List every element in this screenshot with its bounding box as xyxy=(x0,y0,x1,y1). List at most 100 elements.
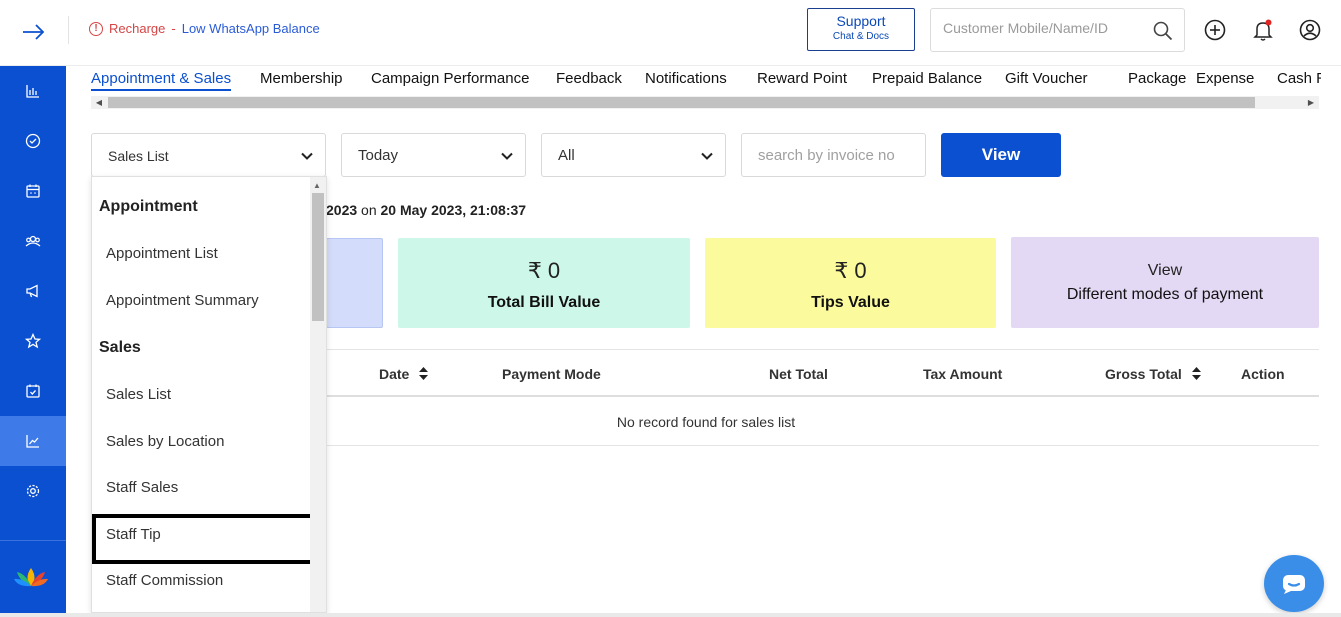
tab-feedback[interactable]: Feedback xyxy=(556,70,622,87)
user-account-icon[interactable] xyxy=(1298,18,1322,42)
recharge-link[interactable]: Recharge xyxy=(109,21,165,36)
status-value: All xyxy=(558,147,575,164)
dropdown-item-appointment-summary[interactable]: Appointment Summary xyxy=(106,292,259,309)
tips-label: Tips Value xyxy=(811,294,890,311)
customer-search-input[interactable] xyxy=(943,20,1143,36)
chevron-down-icon xyxy=(301,152,313,160)
low-balance-alert[interactable]: ! Recharge - Low WhatsApp Balance xyxy=(89,21,320,36)
chevron-down-icon xyxy=(701,152,713,160)
add-icon[interactable] xyxy=(1203,18,1227,42)
sidebar-item-dashboard[interactable] xyxy=(0,66,66,116)
empty-table-message: No record found for sales list xyxy=(616,414,796,430)
report-type-select[interactable]: Sales List xyxy=(91,133,326,177)
dropdown-item-appointment-list[interactable]: Appointment List xyxy=(106,245,218,262)
sales-table-header: Date Payment Mode Net Total Tax Amount G… xyxy=(326,349,1319,397)
tax-amount-column-header: Tax Amount xyxy=(923,366,1003,382)
notification-bell-icon[interactable] xyxy=(1251,18,1275,42)
dropdown-scrollbar[interactable]: ▲ xyxy=(310,177,326,612)
tab-notifications[interactable]: Notifications xyxy=(645,70,727,87)
star-icon xyxy=(24,332,42,349)
tab-cash-register[interactable]: Cash R xyxy=(1277,70,1321,87)
warning-icon: ! xyxy=(89,21,103,36)
dropdown-group-appointment: Appointment xyxy=(99,198,198,215)
bar-chart-icon xyxy=(26,85,39,98)
topbar-divider xyxy=(68,16,69,44)
payment-mode-column-header: Payment Mode xyxy=(502,366,601,382)
sidebar-item-customers[interactable] xyxy=(0,216,66,266)
gross-total-header-label: Gross Total xyxy=(1105,366,1182,382)
chat-bubble-icon xyxy=(1283,574,1305,594)
page-bottom-border xyxy=(0,613,1341,617)
calendar-check-icon xyxy=(26,384,40,398)
action-column-header: Action xyxy=(1241,366,1285,382)
sidebar-item-rewards[interactable] xyxy=(0,316,66,366)
tab-gift-voucher[interactable]: Gift Voucher xyxy=(1005,70,1088,87)
view-button[interactable]: View xyxy=(941,133,1061,177)
invoice-search-input[interactable] xyxy=(758,147,918,164)
tab-appointment-sales[interactable]: Appointment & Sales xyxy=(91,70,232,91)
tab-reward-point[interactable]: Reward Point xyxy=(757,70,847,87)
chevron-down-icon xyxy=(501,152,513,160)
period-value: Today xyxy=(358,147,399,164)
sort-icon[interactable] xyxy=(1191,367,1201,380)
net-total-column-header: Net Total xyxy=(769,366,828,382)
dropdown-item-staff-commission[interactable]: Staff Commission xyxy=(106,572,223,589)
dropdown-scrollbar-thumb[interactable] xyxy=(312,193,324,321)
staff-tip-highlight xyxy=(92,514,317,564)
sidebar-item-reports[interactable] xyxy=(0,416,66,466)
lotus-logo-icon xyxy=(14,568,48,587)
payment-modes-label: Different modes of payment xyxy=(1066,286,1264,303)
report-timestamp: 2023 on 20 May 2023, 21:08:37 xyxy=(326,202,526,218)
support-button[interactable]: Support Chat & Docs xyxy=(807,8,915,51)
scroll-right-arrow-icon[interactable]: ▶ xyxy=(1305,97,1317,108)
date-column-header[interactable]: Date xyxy=(379,366,429,382)
gross-total-column-header[interactable]: Gross Total xyxy=(1105,366,1201,382)
sidebar-item-settings[interactable] xyxy=(0,466,66,516)
report-type-value: Sales List xyxy=(108,148,169,164)
scrollbar-thumb[interactable] xyxy=(108,97,1255,108)
tabs-horizontal-scrollbar[interactable]: ◀ ▶ xyxy=(91,96,1319,109)
dropdown-group-sales: Sales xyxy=(99,339,141,356)
sidebar-item-campaigns[interactable] xyxy=(0,266,66,316)
report-on-label: on xyxy=(361,202,377,218)
tips-card: ₹ 0 Tips Value xyxy=(705,238,996,328)
sidebar-item-calendar[interactable] xyxy=(0,166,66,216)
tab-expense[interactable]: Expense xyxy=(1196,70,1254,87)
top-bar: ! Recharge - Low WhatsApp Balance Suppor… xyxy=(0,0,1341,66)
payment-modes-card[interactable]: View Different modes of payment xyxy=(1011,237,1319,328)
support-label: Support xyxy=(836,13,886,29)
dropdown-item-sales-by-location[interactable]: Sales by Location xyxy=(106,433,224,450)
tab-membership[interactable]: Membership xyxy=(260,70,343,87)
total-bill-label: Total Bill Value xyxy=(487,294,601,311)
sidebar-item-tasks[interactable] xyxy=(0,116,66,166)
total-bill-card: ₹ 0 Total Bill Value xyxy=(398,238,690,328)
date-header-label: Date xyxy=(379,366,410,382)
summary-card-partial xyxy=(326,238,383,328)
total-bill-amount: ₹ 0 xyxy=(527,258,561,283)
tab-campaign-performance[interactable]: Campaign Performance xyxy=(371,70,529,87)
customer-search xyxy=(930,8,1185,52)
report-tabs: Appointment & Sales Membership Campaign … xyxy=(91,66,1321,96)
payment-modes-view-label: View xyxy=(1147,262,1183,279)
sidebar-divider xyxy=(0,540,66,541)
chat-support-button[interactable] xyxy=(1264,555,1324,612)
expand-sidebar-arrow-icon[interactable] xyxy=(20,20,48,44)
support-sublabel: Chat & Docs xyxy=(832,31,890,42)
scroll-left-arrow-icon[interactable]: ◀ xyxy=(93,97,105,108)
status-select[interactable]: All xyxy=(541,133,726,177)
sort-icon[interactable] xyxy=(419,367,429,380)
period-select[interactable]: Today xyxy=(341,133,526,177)
search-icon[interactable] xyxy=(1152,20,1174,42)
settings-icon xyxy=(26,484,40,498)
alert-separator: - xyxy=(171,21,176,36)
megaphone-icon xyxy=(26,284,38,298)
sidebar-item-schedule[interactable] xyxy=(0,366,66,416)
check-circle-icon xyxy=(25,133,41,149)
dropdown-item-sales-list[interactable]: Sales List xyxy=(106,386,171,403)
alert-message[interactable]: Low WhatsApp Balance xyxy=(182,21,320,36)
tab-prepaid-balance[interactable]: Prepaid Balance xyxy=(872,70,982,87)
scroll-up-arrow-icon[interactable]: ▲ xyxy=(313,181,321,190)
tab-package[interactable]: Package xyxy=(1128,70,1186,87)
calendar-icon xyxy=(26,184,40,198)
dropdown-item-staff-sales[interactable]: Staff Sales xyxy=(106,479,178,496)
